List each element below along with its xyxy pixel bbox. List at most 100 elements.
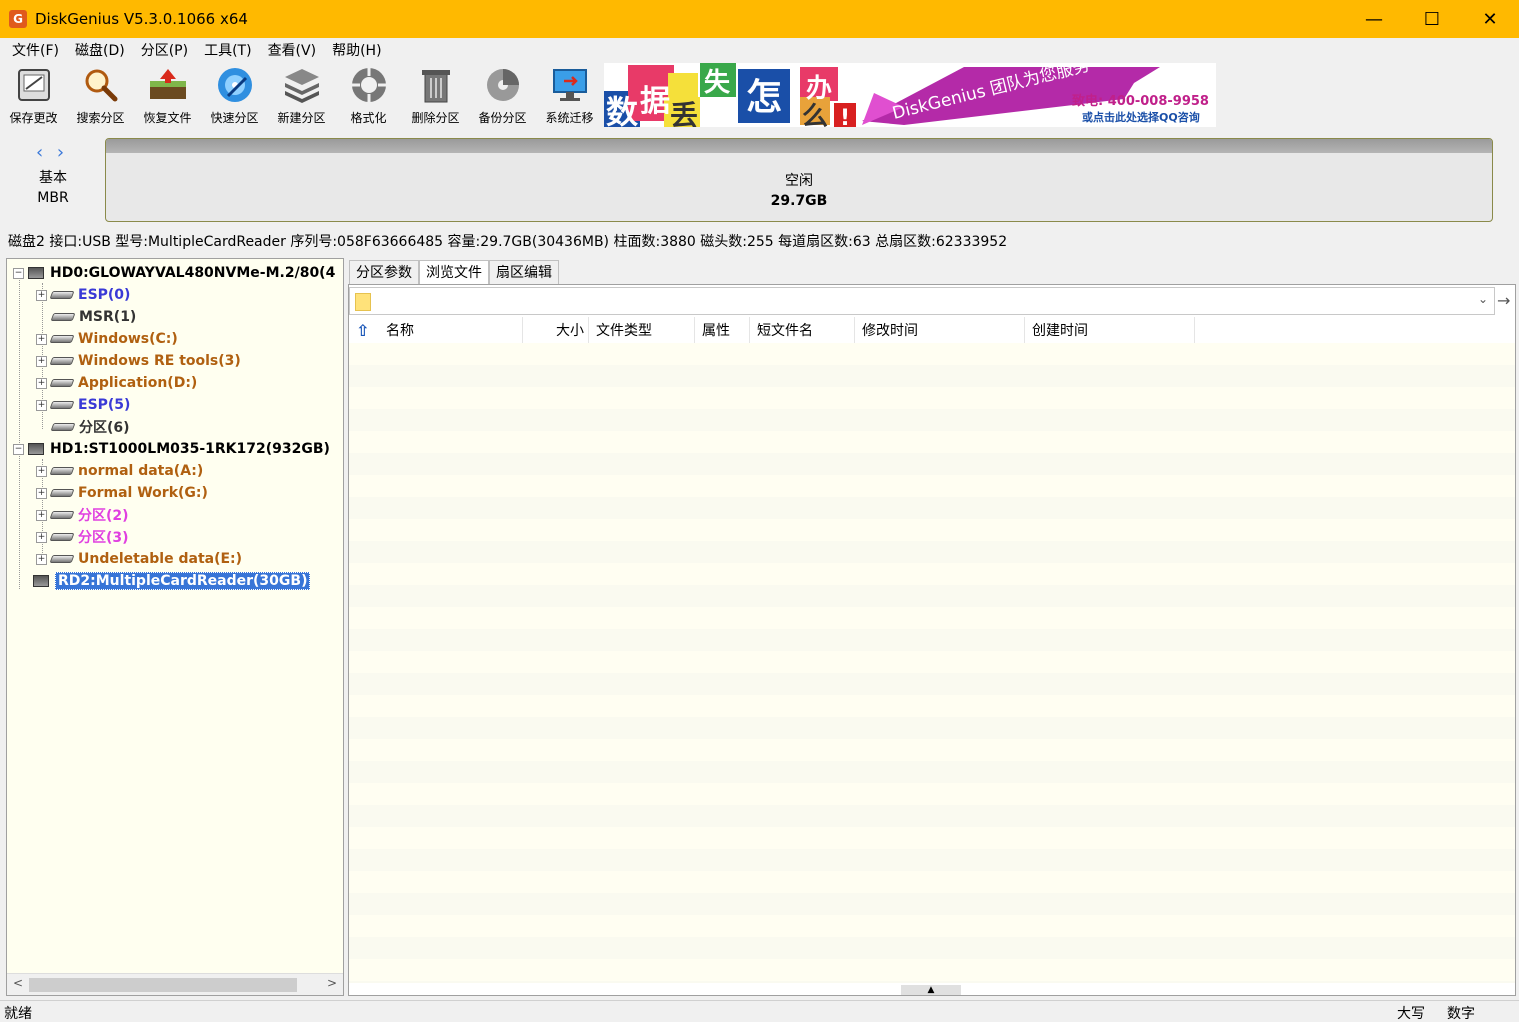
tree-partition[interactable]: 分区(6) xyxy=(50,416,130,438)
format-button[interactable]: 格式化 xyxy=(335,62,402,130)
migrate-icon xyxy=(550,65,590,105)
folder-icon xyxy=(355,293,371,311)
backup-partition-button[interactable]: 备份分区 xyxy=(469,62,536,130)
minimize-button[interactable]: — xyxy=(1345,0,1403,38)
tree-disk-hd0[interactable]: − HD0:GLOWAYVAL480NVMe-M.2/80(4 xyxy=(13,262,335,284)
menu-help[interactable]: 帮助(H) xyxy=(324,40,389,60)
tree-partition[interactable]: + normal data(A:) xyxy=(36,460,203,482)
tree-partition[interactable]: + Undeletable data(E:) xyxy=(36,548,242,570)
free-label: 空闲 xyxy=(785,173,813,189)
scroll-right-icon[interactable]: > xyxy=(327,976,337,990)
hard-disk-icon xyxy=(28,443,44,455)
banner-char-1: 据 xyxy=(640,84,670,119)
disk-map: ‹ › 基本 MBR 空闲 29.7GB xyxy=(0,130,1519,228)
disk-info-line: 磁盘2 接口:USB 型号:MultipleCardReader 序列号:058… xyxy=(8,234,1008,250)
partition-icon xyxy=(49,335,75,343)
num-lock-indicator: 数字 xyxy=(1447,1006,1475,1022)
file-browser: ⌄ → ⇧ 名称 大小 文件类型 属性 短文件名 修改时间 创建时间 ▲ xyxy=(348,284,1516,996)
expand-icon[interactable]: + xyxy=(36,509,47,521)
hard-disk-icon xyxy=(28,267,44,279)
expand-icon[interactable]: + xyxy=(36,333,47,345)
column-attributes[interactable]: 属性 xyxy=(695,317,750,343)
new-partition-button[interactable]: 新建分区 xyxy=(268,62,335,130)
toolbar: 保存更改 搜索分区 恢复文件 快速分区 新建分区 格式化 删除分区 备份分区 系… xyxy=(0,62,1519,130)
expand-icon[interactable]: + xyxy=(36,553,47,565)
partition-icon xyxy=(49,401,75,409)
status-text: 就绪 xyxy=(4,1006,32,1022)
format-icon xyxy=(349,65,389,105)
banner-char-3: 失 xyxy=(704,68,731,98)
app-icon: G xyxy=(9,10,27,28)
expand-icon[interactable]: + xyxy=(36,355,47,367)
column-short-name[interactable]: 短文件名 xyxy=(750,317,855,343)
collapse-icon[interactable]: − xyxy=(13,267,24,279)
recover-icon xyxy=(148,65,188,105)
tree-disk-hd1[interactable]: − HD1:ST1000LM035-1RK172(932GB) xyxy=(13,438,330,460)
recover-files-button[interactable]: 恢复文件 xyxy=(134,62,201,130)
collapse-icon[interactable]: − xyxy=(13,443,24,455)
tree-disk-rd2[interactable]: RD2:MultipleCardReader(30GB) xyxy=(33,570,311,592)
expand-icon[interactable]: + xyxy=(36,531,47,543)
tree-partition[interactable]: + 分区(2) xyxy=(36,504,129,526)
tree-partition[interactable]: + ESP(5) xyxy=(36,394,130,416)
scroll-left-icon[interactable]: < xyxy=(13,976,23,990)
go-arrow-icon[interactable]: → xyxy=(1497,291,1510,310)
banner-char-0: 数 xyxy=(606,93,639,127)
column-created-time[interactable]: 创建时间 xyxy=(1025,317,1195,343)
tab-sector-editor[interactable]: 扇区编辑 xyxy=(489,260,559,284)
free-size: 29.7GB xyxy=(770,193,828,209)
column-name[interactable]: 名称 xyxy=(379,317,523,343)
up-folder-icon[interactable]: ⇧ xyxy=(356,321,369,340)
column-size[interactable]: 大小 xyxy=(523,317,589,343)
menu-view[interactable]: 查看(V) xyxy=(260,40,325,60)
search-partition-button[interactable]: 搜索分区 xyxy=(67,62,134,130)
new-partition-icon xyxy=(282,65,322,105)
column-modified-time[interactable]: 修改时间 xyxy=(855,317,1025,343)
menu-tools[interactable]: 工具(T) xyxy=(196,40,259,60)
save-changes-button[interactable]: 保存更改 xyxy=(0,62,67,130)
partition-icon xyxy=(49,555,75,563)
tree-partition[interactable]: + Windows RE tools(3) xyxy=(36,350,241,372)
partition-icon xyxy=(49,489,75,497)
close-button[interactable]: ✕ xyxy=(1461,0,1519,38)
tree-partition[interactable]: MSR(1) xyxy=(50,306,136,328)
expand-icon[interactable]: + xyxy=(36,465,47,477)
file-list[interactable] xyxy=(349,343,1515,983)
tree-partition[interactable]: + 分区(3) xyxy=(36,526,129,548)
menu-partition[interactable]: 分区(P) xyxy=(133,40,196,60)
system-migration-button[interactable]: 系统迁移 xyxy=(536,62,603,130)
tree-partition[interactable]: + Application(D:) xyxy=(36,372,197,394)
maximize-button[interactable]: ☐ xyxy=(1403,0,1461,38)
menu-disk[interactable]: 磁盘(D) xyxy=(67,40,133,60)
disk-nav-arrows[interactable]: ‹ › xyxy=(36,142,68,163)
partition-icon xyxy=(50,423,76,431)
tree-partition[interactable]: + Formal Work(G:) xyxy=(36,482,208,504)
card-reader-icon xyxy=(33,575,49,587)
expand-icon[interactable]: + xyxy=(36,399,47,411)
backup-icon xyxy=(483,65,523,105)
path-input[interactable]: ⌄ xyxy=(349,287,1495,315)
partition-icon xyxy=(49,533,75,541)
expand-icon[interactable]: + xyxy=(36,377,47,389)
quick-partition-button[interactable]: 快速分区 xyxy=(201,62,268,130)
tab-browse-files[interactable]: 浏览文件 xyxy=(419,260,489,284)
expand-icon[interactable]: + xyxy=(36,289,47,301)
free-space-bar[interactable]: 空闲 29.7GB xyxy=(105,138,1493,222)
banner-char-5: 么 xyxy=(802,102,828,127)
column-file-type[interactable]: 文件类型 xyxy=(589,317,695,343)
chevron-down-icon[interactable]: ⌄ xyxy=(1478,292,1488,306)
scroll-thumb[interactable] xyxy=(29,978,297,992)
tree-partition[interactable]: + Windows(C:) xyxy=(36,328,178,350)
tab-partition-params[interactable]: 分区参数 xyxy=(349,260,419,284)
disk-tree: − HD0:GLOWAYVAL480NVMe-M.2/80(4 + ESP(0)… xyxy=(6,258,344,996)
tree-partition[interactable]: + ESP(0) xyxy=(36,284,130,306)
splitter-handle[interactable]: ▲ xyxy=(901,985,961,995)
expand-icon[interactable]: + xyxy=(36,487,47,499)
partition-icon xyxy=(50,313,76,321)
menu-file[interactable]: 文件(F) xyxy=(4,40,67,60)
tree-horizontal-scrollbar[interactable]: < > xyxy=(7,973,343,995)
delete-partition-button[interactable]: 删除分区 xyxy=(402,62,469,130)
promo-banner[interactable]: 数 据 丢 失 怎 么 办 ! DiskGenius 团队为您服务 致电: 40… xyxy=(604,63,1216,127)
partition-icon xyxy=(49,291,75,299)
view-tabs: 分区参数 浏览文件 扇区编辑 xyxy=(349,260,559,284)
